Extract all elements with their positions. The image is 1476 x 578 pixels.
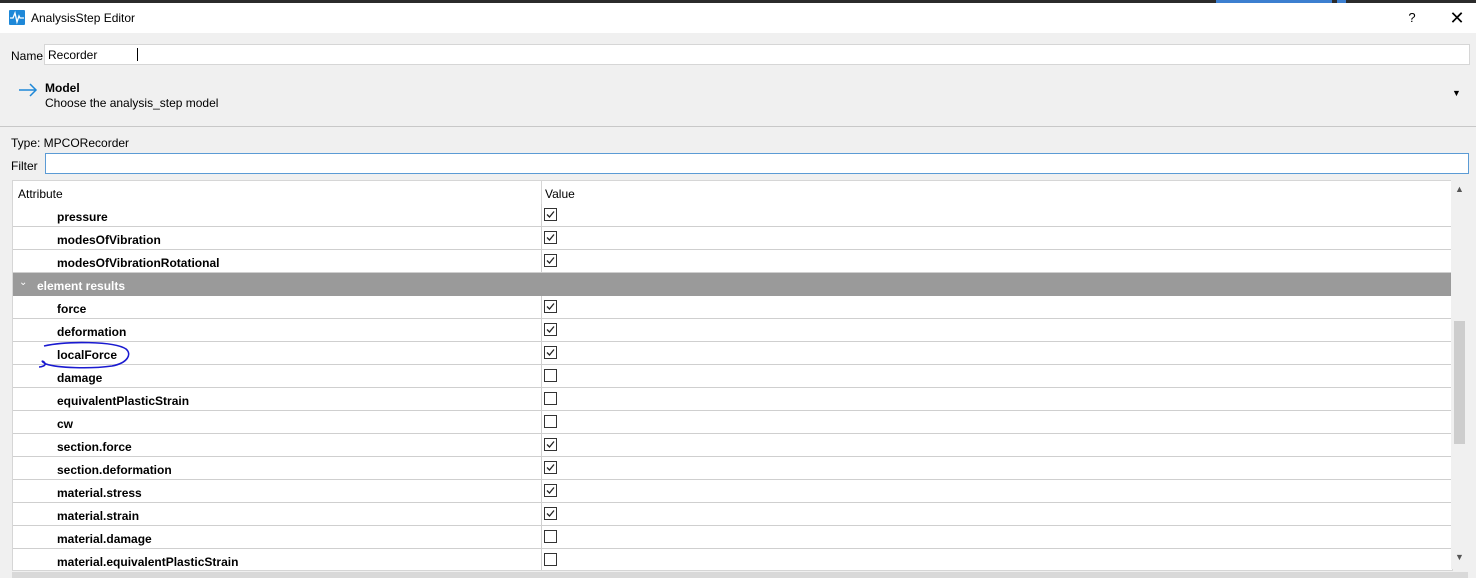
attribute-label: modesOfVibration xyxy=(57,233,161,247)
table-row[interactable]: localForce xyxy=(13,342,1452,365)
column-separator xyxy=(541,296,542,319)
attribute-label: equivalentPlasticStrain xyxy=(57,394,190,408)
attribute-label: material.stress xyxy=(57,486,142,500)
table-row[interactable]: section.deformation xyxy=(13,457,1452,480)
column-separator xyxy=(541,204,542,227)
table-row[interactable]: material.equivalentPlasticStrain xyxy=(13,549,1452,570)
table-row[interactable]: cw xyxy=(13,411,1452,434)
scroll-down-icon[interactable]: ▼ xyxy=(1455,552,1464,562)
column-separator xyxy=(541,549,542,570)
column-separator xyxy=(541,480,542,503)
column-separator xyxy=(541,434,542,457)
column-separator xyxy=(541,319,542,342)
name-input[interactable]: Recorder xyxy=(44,44,1470,65)
checkbox-unchecked[interactable] xyxy=(544,369,557,382)
arrow-right-icon xyxy=(18,83,38,100)
attribute-table: Attribute Value pressure modesOfVibration… xyxy=(12,180,1453,571)
attribute-label: damage xyxy=(57,371,103,385)
checkbox-checked[interactable] xyxy=(544,254,557,267)
window-title: AnalysisStep Editor xyxy=(31,11,136,25)
table-row[interactable]: pressure xyxy=(13,204,1452,227)
checkbox-unchecked[interactable] xyxy=(544,415,557,428)
table-row[interactable]: material.strain xyxy=(13,503,1452,526)
chevron-down-icon[interactable]: ⌄ xyxy=(19,277,27,288)
name-input-value: Recorder xyxy=(48,48,98,62)
attribute-label: section.deformation xyxy=(57,463,172,477)
group-row-element-results[interactable]: ⌄ element results xyxy=(13,273,1452,296)
attribute-label: material.equivalentPlasticStrain xyxy=(57,555,239,569)
table-row[interactable]: section.force xyxy=(13,434,1452,457)
attribute-label: cw xyxy=(57,417,74,431)
column-separator xyxy=(541,503,542,526)
title-bar: AnalysisStep Editor ? ✕ xyxy=(0,3,1476,33)
checkbox-checked[interactable] xyxy=(544,461,557,474)
attribute-label: modesOfVibrationRotational xyxy=(57,256,220,270)
name-label: Name xyxy=(11,49,44,63)
checkbox-checked[interactable] xyxy=(544,438,557,451)
model-selector[interactable]: Model Choose the analysis_step model ▼ xyxy=(0,72,1476,127)
column-separator xyxy=(541,526,542,549)
table-row[interactable]: modesOfVibration xyxy=(13,227,1452,250)
checkbox-checked[interactable] xyxy=(544,208,557,221)
checkbox-checked[interactable] xyxy=(544,300,557,313)
column-header-value[interactable]: Value xyxy=(545,187,575,201)
checkbox-checked[interactable] xyxy=(544,484,557,497)
table-header: Attribute Value xyxy=(13,181,1452,204)
attribute-label: force xyxy=(57,302,87,316)
help-button[interactable]: ? xyxy=(1398,7,1426,29)
attribute-label: pressure xyxy=(57,210,108,224)
table-row[interactable]: deformation xyxy=(13,319,1452,342)
table-row[interactable]: material.stress xyxy=(13,480,1452,503)
checkbox-checked[interactable] xyxy=(544,231,557,244)
column-separator xyxy=(541,388,542,411)
type-label: Type: MPCORecorder xyxy=(11,136,130,150)
table-row[interactable]: modesOfVibrationRotational xyxy=(13,250,1452,273)
horizontal-scrollbar[interactable] xyxy=(12,572,1468,578)
checkbox-checked[interactable] xyxy=(544,323,557,336)
group-label: element results xyxy=(37,279,126,293)
column-separator xyxy=(541,250,542,273)
hand-drawn-annotation-circle xyxy=(38,341,130,369)
column-header-attribute[interactable]: Attribute xyxy=(18,187,63,201)
model-title: Model xyxy=(45,81,80,95)
attribute-label: material.strain xyxy=(57,509,140,523)
column-separator xyxy=(541,365,542,388)
filter-label: Filter xyxy=(11,159,38,173)
checkbox-checked[interactable] xyxy=(544,346,557,359)
app-waveform-icon xyxy=(9,10,25,25)
checkbox-unchecked[interactable] xyxy=(544,392,557,405)
table-row[interactable]: force xyxy=(13,296,1452,319)
filter-input[interactable] xyxy=(45,153,1469,174)
column-separator xyxy=(541,181,542,204)
model-description: Choose the analysis_step model xyxy=(45,96,219,110)
table-row[interactable]: damage xyxy=(13,365,1452,388)
column-separator xyxy=(541,411,542,434)
column-separator xyxy=(541,227,542,250)
vertical-scrollbar[interactable]: ▲ ▼ xyxy=(1451,180,1468,569)
dropdown-arrow-icon[interactable]: ▼ xyxy=(1452,88,1461,98)
close-button[interactable]: ✕ xyxy=(1443,7,1471,29)
table-row[interactable]: equivalentPlasticStrain xyxy=(13,388,1452,411)
column-separator xyxy=(541,457,542,480)
attribute-label: material.damage xyxy=(57,532,152,546)
checkbox-unchecked[interactable] xyxy=(544,530,557,543)
table-row[interactable]: material.damage xyxy=(13,526,1452,549)
attribute-label: deformation xyxy=(57,325,127,339)
text-caret xyxy=(137,48,138,61)
checkbox-unchecked[interactable] xyxy=(544,553,557,566)
column-separator xyxy=(541,342,542,365)
scroll-thumb[interactable] xyxy=(1454,321,1465,444)
attribute-label: section.force xyxy=(57,440,132,454)
scroll-up-icon[interactable]: ▲ xyxy=(1455,184,1464,194)
checkbox-checked[interactable] xyxy=(544,507,557,520)
